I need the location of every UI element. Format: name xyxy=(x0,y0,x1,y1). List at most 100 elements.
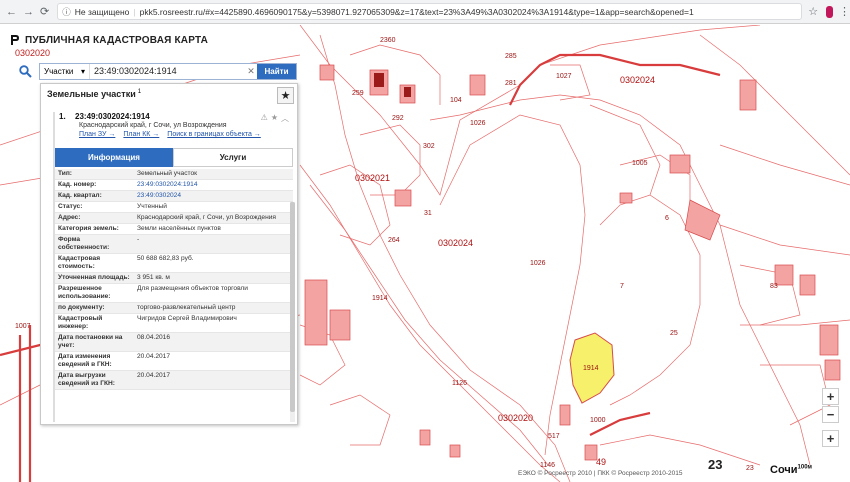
info-key: Кад. квартал: xyxy=(58,192,102,199)
url-separator: | xyxy=(133,6,136,17)
scale-value: 100м xyxy=(797,464,812,471)
security-label: Не защищено xyxy=(74,6,130,17)
info-row: Статус: Учтенный xyxy=(55,202,293,213)
quarter-code: 0302020 xyxy=(15,48,51,58)
map-label: 25 xyxy=(670,330,678,337)
zoom-out-button[interactable]: − xyxy=(822,406,839,423)
map-label: 104 xyxy=(450,97,462,104)
search-bar: Участки ▾ ✕ Найти xyxy=(15,62,297,80)
find-button[interactable]: Найти xyxy=(257,63,296,79)
panel-title: Земельные участки xyxy=(47,89,136,99)
scroll-thumb[interactable] xyxy=(290,202,295,412)
expand-button[interactable]: + xyxy=(822,430,839,447)
search-type-label: Участки xyxy=(44,66,74,76)
info-value: 20.04.2017 xyxy=(137,372,171,379)
search-input[interactable] xyxy=(90,63,245,79)
search-type-select[interactable]: Участки ▾ xyxy=(40,63,90,79)
info-value: 20.04.2017 xyxy=(137,353,171,360)
info-value: Краснодарский край, г Сочи, ул Возрожден… xyxy=(137,214,276,221)
app-header: ПУБЛИЧНАЯ КАДАСТРОВАЯ КАРТА xyxy=(10,34,208,46)
plan-kk-link[interactable]: План КК → xyxy=(123,131,159,138)
extension-icon[interactable] xyxy=(826,5,833,18)
info-key: Тип: xyxy=(58,170,73,177)
search-icon xyxy=(18,64,32,78)
app-title: ПУБЛИЧНАЯ КАДАСТРОВАЯ КАРТА xyxy=(25,34,209,46)
chevron-down-icon: ▾ xyxy=(80,66,85,76)
info-row: Уточненная площадь: 3 951 кв. м xyxy=(55,273,293,284)
info-value: 50 688 682,83 руб. xyxy=(137,255,194,262)
info-value: - xyxy=(137,236,140,243)
info-key: Кад. номер: xyxy=(58,181,97,188)
map-label: 1005 xyxy=(632,160,648,167)
forward-icon[interactable]: → xyxy=(23,5,34,19)
map-label: 1026 xyxy=(530,260,546,267)
info-row: Дата выгрузки сведений из ГКН: 20.04.2017 xyxy=(55,371,293,390)
map-label: 1126 xyxy=(452,380,468,387)
map-label: 1027 xyxy=(556,73,572,80)
plan-zu-link[interactable]: План ЗУ → xyxy=(79,131,115,138)
map-label: 1914 xyxy=(372,295,388,302)
url-text: pkk5.rosreestr.ru/#x=4425890.4696090175&… xyxy=(139,6,694,17)
result-address: Краснодарский край, г Сочи, ул Возрожден… xyxy=(79,122,227,129)
map-label: 1146 xyxy=(540,462,556,469)
info-row: Кад. номер: 23:49:0302024:1914 xyxy=(55,180,293,191)
address-bar[interactable]: ⓘ Не защищено | pkk5.rosreestr.ru/#x=442… xyxy=(57,3,803,20)
info-key: Разрешенное использование: xyxy=(58,285,111,300)
info-row: Кадастровая стоимость: 50 688 682,83 руб. xyxy=(55,254,293,273)
info-key: Дата изменения сведений в ГКН: xyxy=(58,353,112,368)
result-item[interactable]: 1. 23:49:0302024:1914 Краснодарский край… xyxy=(53,112,293,422)
info-value[interactable]: 23:49:0302024:1914 xyxy=(134,180,293,190)
panel-scrollbar[interactable] xyxy=(290,202,295,422)
clear-search-icon[interactable]: ✕ xyxy=(245,64,257,79)
map-footer: ЕЭКО © Росреестр 2010 | ПКК © Росреестр … xyxy=(518,470,683,477)
map-label: 6 xyxy=(665,215,669,222)
info-row: Дата постановки на учет: 08.04.2016 xyxy=(55,333,293,352)
info-key: Адрес: xyxy=(58,214,81,221)
map-label: 264 xyxy=(388,237,400,244)
info-row: Категория земель: Земли населённых пункто… xyxy=(55,224,293,235)
tab-information[interactable]: Информация xyxy=(55,148,173,167)
map-label: 1000 xyxy=(590,417,606,424)
map-label: 285 xyxy=(505,53,517,60)
result-cad-number[interactable]: 23:49:0302024:1914 xyxy=(75,112,150,121)
info-value: Чигридов Сергей Владимирович xyxy=(137,315,237,322)
map-label: 292 xyxy=(392,115,404,122)
info-value: 3 951 кв. м xyxy=(137,274,170,281)
info-tabs: Информация Услуги xyxy=(55,148,293,167)
warning-icon[interactable]: ⚠ xyxy=(261,113,268,124)
results-count: 1 xyxy=(137,89,142,95)
menu-icon[interactable]: ⋮ xyxy=(839,5,850,19)
info-key: Уточненная площадь: xyxy=(58,274,130,281)
map-label: 517 xyxy=(548,433,560,440)
info-key: Форма собственности: xyxy=(58,236,110,251)
tab-services[interactable]: Услуги xyxy=(173,148,293,167)
map-big-number: 23 xyxy=(708,457,723,472)
collapse-icon[interactable]: ︿ xyxy=(281,113,289,124)
info-value: 08.04.2016 xyxy=(137,334,171,341)
info-row: по документу: торгово-развлекательный цен… xyxy=(55,303,293,314)
search-toggle[interactable] xyxy=(15,62,35,80)
info-value: Земельный участок xyxy=(137,170,198,177)
favorite-star-button[interactable]: ★ xyxy=(277,87,294,104)
reload-icon[interactable]: ⟳ xyxy=(40,5,49,19)
bookmark-star-icon[interactable]: ☆ xyxy=(808,5,818,19)
info-key: по документу: xyxy=(58,304,105,311)
result-number: 1. xyxy=(59,112,66,121)
info-icon[interactable]: ⓘ xyxy=(62,6,71,18)
map-label: 0302020 xyxy=(498,413,534,423)
map-label: 31 xyxy=(424,210,432,217)
back-icon[interactable]: ← xyxy=(6,5,17,19)
search-in-bounds-link[interactable]: Поиск в границах объекта → xyxy=(167,131,261,138)
star-icon[interactable]: ★ xyxy=(271,113,278,124)
result-actions: ⚠ ★ ︿ xyxy=(261,113,289,124)
zoom-in-button[interactable]: + xyxy=(822,388,839,405)
map-label: 23 xyxy=(746,465,754,472)
map-label: 49 xyxy=(596,457,607,467)
map-label: 0302024 xyxy=(620,75,656,85)
map-label: 7 xyxy=(620,283,624,290)
info-value: Учтенный xyxy=(137,203,167,210)
info-value[interactable]: 23:49:0302024 xyxy=(134,191,293,201)
map-label: 1007 xyxy=(15,323,31,330)
rosreestr-logo-icon xyxy=(11,35,19,45)
info-key: Статус: xyxy=(58,203,83,210)
